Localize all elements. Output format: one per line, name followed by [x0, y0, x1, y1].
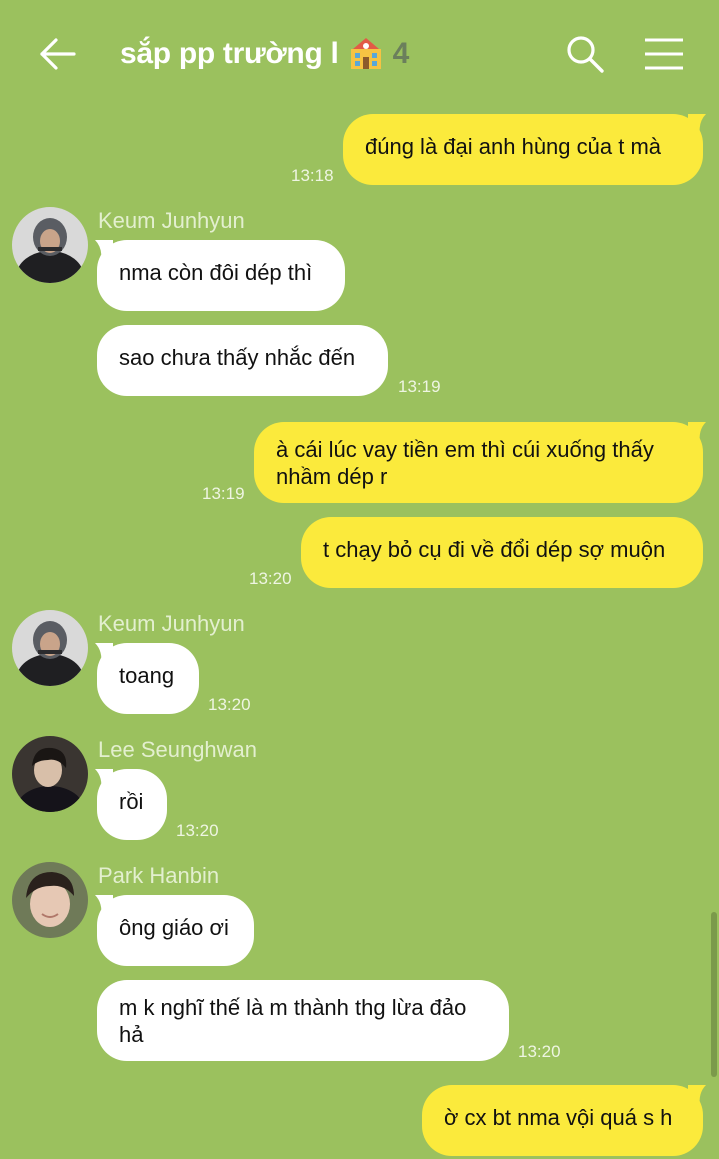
- message-timestamp: 13:20: [518, 1042, 561, 1061]
- school-emoji-icon: [349, 37, 383, 71]
- message-timestamp: 13:20: [176, 821, 219, 840]
- chat-header: sắp pp trường l 4: [0, 0, 719, 105]
- message-timestamp: 13:19: [398, 377, 441, 396]
- message-bubble[interactable]: ông giáo ơi: [97, 895, 254, 966]
- message-bubble[interactable]: t chạy bỏ cụ đi về đổi dép sợ muộn: [301, 517, 703, 588]
- sender-name: Park Hanbin: [98, 863, 220, 888]
- chat-title[interactable]: sắp pp trường l: [120, 37, 339, 71]
- message-bubble[interactable]: ờ cx bt nma vội quá s h: [422, 1085, 703, 1156]
- message-bubble[interactable]: toang: [97, 643, 199, 714]
- avatar-park-hanbin[interactable]: [12, 862, 88, 938]
- message-bubble[interactable]: đúng là đại anh hùng của t mà: [343, 114, 703, 185]
- message-timestamp: 13:20: [249, 569, 292, 588]
- chat-title-group[interactable]: sắp pp trường l 4: [120, 34, 409, 74]
- message-timestamp: 13:19: [202, 484, 245, 503]
- scrollbar[interactable]: [711, 912, 717, 1077]
- message-bubble[interactable]: rồi: [97, 769, 167, 840]
- message-bubble[interactable]: à cái lúc vay tiền em thì cúi xuống thấy…: [254, 422, 703, 503]
- avatar-lee-seunghwan[interactable]: [12, 736, 88, 812]
- message-timestamp: 13:20: [208, 695, 251, 714]
- message-bubble[interactable]: m k nghĩ thế là m thành thg lừa đảo hả: [97, 980, 509, 1061]
- message-timestamp: 13:18: [291, 166, 334, 185]
- sender-name: Lee Seunghwan: [98, 737, 258, 762]
- message-bubble[interactable]: sao chưa thấy nhắc đến: [97, 325, 388, 396]
- back-arrow-icon[interactable]: [38, 34, 78, 74]
- search-icon[interactable]: [564, 33, 606, 75]
- sender-name: Keum Junhyun: [98, 208, 245, 233]
- avatar-keum-junhyun[interactable]: [12, 207, 88, 283]
- menu-icon[interactable]: [643, 36, 685, 72]
- sender-name: Keum Junhyun: [98, 611, 245, 636]
- message-bubble[interactable]: nma còn đôi dép thì: [97, 240, 345, 311]
- avatar-keum-junhyun[interactable]: [12, 610, 88, 686]
- member-count: 4: [392, 37, 410, 70]
